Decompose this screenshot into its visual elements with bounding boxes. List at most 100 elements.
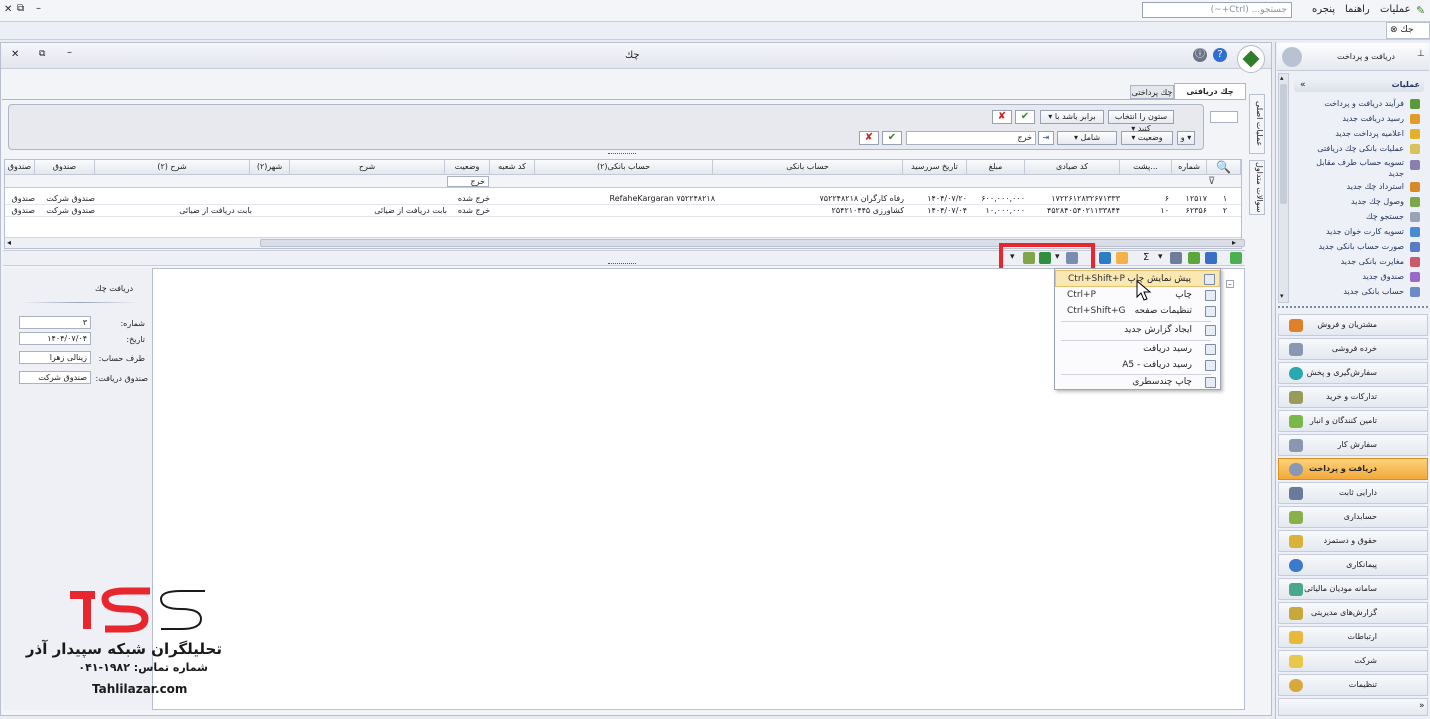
nav-subitem[interactable]: مغایرت بانکی جدید (1296, 254, 1422, 269)
nav-subitem[interactable]: استرداد چك جدید (1296, 179, 1422, 194)
restore-icon[interactable]: ⧉ (39, 49, 45, 59)
filter-value-input[interactable]: خرج (906, 131, 1036, 145)
nav-subitem[interactable]: فرآیند دریافت و پرداخت (1296, 96, 1422, 111)
expand-icon[interactable] (1116, 252, 1128, 264)
remove-filter-button[interactable]: ✘ (859, 131, 879, 145)
splitter-handle[interactable] (608, 263, 636, 266)
column-header[interactable]: وضعیت (445, 160, 490, 175)
logic-dropdown[interactable]: و ▾ (1177, 131, 1195, 145)
column-chart-icon[interactable] (1099, 252, 1111, 264)
close-icon[interactable]: ⊗ (1390, 25, 1400, 35)
restore-icon[interactable]: ⧉ (17, 3, 24, 14)
menu-item-multiline-print[interactable]: چاپ چندسطری (1055, 374, 1220, 391)
operator-dropdown[interactable]: برابر باشد با ▾ (1040, 110, 1104, 124)
scroll-up-icon[interactable]: ▴ (1280, 74, 1284, 82)
nav-subitem[interactable]: عملیات بانکی چك دریافتی (1296, 141, 1422, 156)
tab-paid-checks[interactable]: چك پرداختی (1130, 85, 1174, 99)
column-header[interactable]: کد صیادی (1025, 160, 1120, 175)
menu-item-receipt[interactable]: رسید دریافت (1055, 341, 1220, 358)
condition-dropdown[interactable]: شامل ▾ (1057, 131, 1117, 145)
nav-module-inventory[interactable]: تامین کنندگان و انبار (1278, 410, 1428, 432)
column-header[interactable]: شهر(۲) (250, 160, 290, 175)
sum-icon[interactable]: Σ (1143, 252, 1149, 263)
apply-filter-button[interactable]: ✔ (882, 131, 902, 145)
tab-received-checks[interactable]: چك دریافتی (1174, 83, 1246, 99)
column-header[interactable]: شرح (۲) (95, 160, 250, 175)
close-icon[interactable]: ✕ (4, 4, 12, 15)
column-header[interactable]: شماره (1172, 160, 1207, 175)
nav-subitem[interactable]: صورت حساب بانکی جدید (1296, 239, 1422, 254)
scroll-down-icon[interactable]: ▾ (1280, 292, 1284, 300)
column-header[interactable]: صندوق (5, 160, 35, 175)
nav-subitem[interactable]: حساب بانکی جدید (1296, 284, 1422, 299)
chevron-down-icon[interactable]: ▾ (1158, 252, 1163, 262)
filter-toggle[interactable] (1210, 111, 1238, 123)
vertical-tab-faq[interactable]: سوالات متداول (1249, 160, 1265, 215)
nav-module-reports[interactable]: گزارش‌های مدیریتی (1278, 602, 1428, 624)
value-type-icon[interactable]: ⇥ (1038, 131, 1054, 145)
status-filter-cell[interactable]: خرج (447, 176, 489, 187)
nav-module-accounting[interactable]: حسابداری (1278, 506, 1428, 528)
nav-module-settings[interactable]: تنظیمات (1278, 674, 1428, 696)
menu-window[interactable]: پنجره (1312, 4, 1335, 15)
nav-module-fixed-assets[interactable]: دارایی ثابت (1278, 482, 1428, 504)
filter-icon[interactable]: ⊽ (1208, 176, 1215, 187)
refresh-icon[interactable] (1230, 252, 1242, 264)
column-select-dropdown[interactable]: ستون را انتخاب کنید ▾ (1108, 110, 1174, 133)
nav-module-distribution[interactable]: سفارش‌گیری و پخش (1278, 362, 1428, 384)
close-icon[interactable]: ✕ (11, 49, 19, 60)
nav-overflow-bar[interactable]: » (1278, 698, 1428, 716)
nav-module-contracting[interactable]: پیمانکاری (1278, 554, 1428, 576)
info-icon[interactable]: ⓘ (1193, 48, 1207, 62)
collapse-icon[interactable]: – (1226, 280, 1234, 288)
nav-scrollbar[interactable]: ▴ ▾ (1278, 73, 1289, 303)
nav-module-sales[interactable]: مشتریان و فروش (1278, 314, 1428, 336)
nav-subitem[interactable]: اعلامیه پرداخت جدید (1296, 126, 1422, 141)
nav-subitem[interactable]: تسویه حساب طرف مقابل جدید (1296, 157, 1422, 179)
nav-subitem[interactable]: وصول چك جدید (1296, 194, 1422, 209)
search-input[interactable]: جستجو... (Ctrl+~) (1142, 2, 1292, 18)
column-header[interactable]: تاریخ سررسید (903, 160, 967, 175)
filter-green-icon[interactable] (1188, 252, 1200, 264)
nav-module-procurement[interactable]: تدارکات و خرید (1278, 386, 1428, 408)
scroll-left-icon[interactable]: ◂ (7, 238, 11, 247)
splitter-handle[interactable] (1278, 306, 1428, 310)
table-row[interactable]: ۲ ۶۲۳۵۶ ۱۰ ۴۵۲۸۴۰۵۴۰۲۱۱۳۳۸۴۴ ۱۰,۰۰۰,۰۰۰ … (5, 205, 1241, 217)
column-header[interactable]: شرح (290, 160, 445, 175)
menu-help[interactable]: راهنما (1345, 4, 1370, 15)
grid-search-header[interactable]: 🔍 (1207, 160, 1241, 175)
remove-filter-button[interactable]: ✘ (992, 110, 1012, 124)
scroll-right-icon[interactable]: ▸ (1232, 238, 1236, 247)
table-row[interactable]: ۱ ۱۲۵۱۷ ۶ ۱۷۲۲۶۱۲۸۳۲۶۷۱۳۳۳ ۶۰۰,۰۰۰,۰۰۰ ۱… (5, 193, 1241, 205)
search-icon[interactable]: 🔍 (1216, 160, 1231, 174)
nav-module-receipt-payment[interactable]: دریافت و پرداخت (1278, 458, 1428, 480)
menu-item-page-setup[interactable]: تنظیمات صفحه Ctrl+Shift+G (1055, 303, 1220, 320)
filter-icon[interactable] (1205, 252, 1217, 264)
column-header[interactable]: حساب بانکی(۲) (535, 160, 713, 175)
column-header[interactable]: حساب بانکی (713, 160, 903, 175)
columns-icon[interactable] (1170, 252, 1182, 264)
nav-subitem[interactable]: جستجو چك (1296, 209, 1422, 224)
nav-module-retail[interactable]: خرده فروشی (1278, 338, 1428, 360)
nav-module-payroll[interactable]: حقوق و دستمزد (1278, 530, 1428, 552)
menu-item-new-report[interactable]: ایجاد گزارش جدید (1055, 322, 1220, 339)
nav-module-company[interactable]: شرکت (1278, 650, 1428, 672)
splitter-handle[interactable] (608, 153, 636, 156)
scrollbar-thumb[interactable] (260, 239, 1245, 247)
collapse-icon[interactable]: « (1300, 78, 1306, 92)
minimize-icon[interactable]: – (67, 47, 72, 58)
chevron-down-icon[interactable]: » (1419, 701, 1425, 711)
column-header[interactable]: پشت... (1120, 160, 1172, 175)
nav-section-header[interactable]: « عملیات (1294, 78, 1424, 92)
menu-item-receipt-a5[interactable]: رسید دریافت - A5 (1055, 357, 1220, 374)
minimize-icon[interactable]: – (36, 3, 41, 14)
column-header[interactable]: کد شعبه (490, 160, 535, 175)
column-header[interactable]: مبلغ (967, 160, 1025, 175)
field-dropdown[interactable]: وضعیت ▾ (1121, 131, 1173, 145)
nav-module-tax-system[interactable]: سامانه مودیان مالیاتی (1278, 578, 1428, 600)
help-icon[interactable]: ? (1213, 48, 1227, 62)
apply-filter-button[interactable]: ✔ (1015, 110, 1035, 124)
vertical-tab-main-operations[interactable]: عملیات اصلی (1249, 94, 1265, 154)
document-tab[interactable]: ⊗ جك (1386, 22, 1430, 39)
nav-subitem[interactable]: صندوق جدید (1296, 269, 1422, 284)
